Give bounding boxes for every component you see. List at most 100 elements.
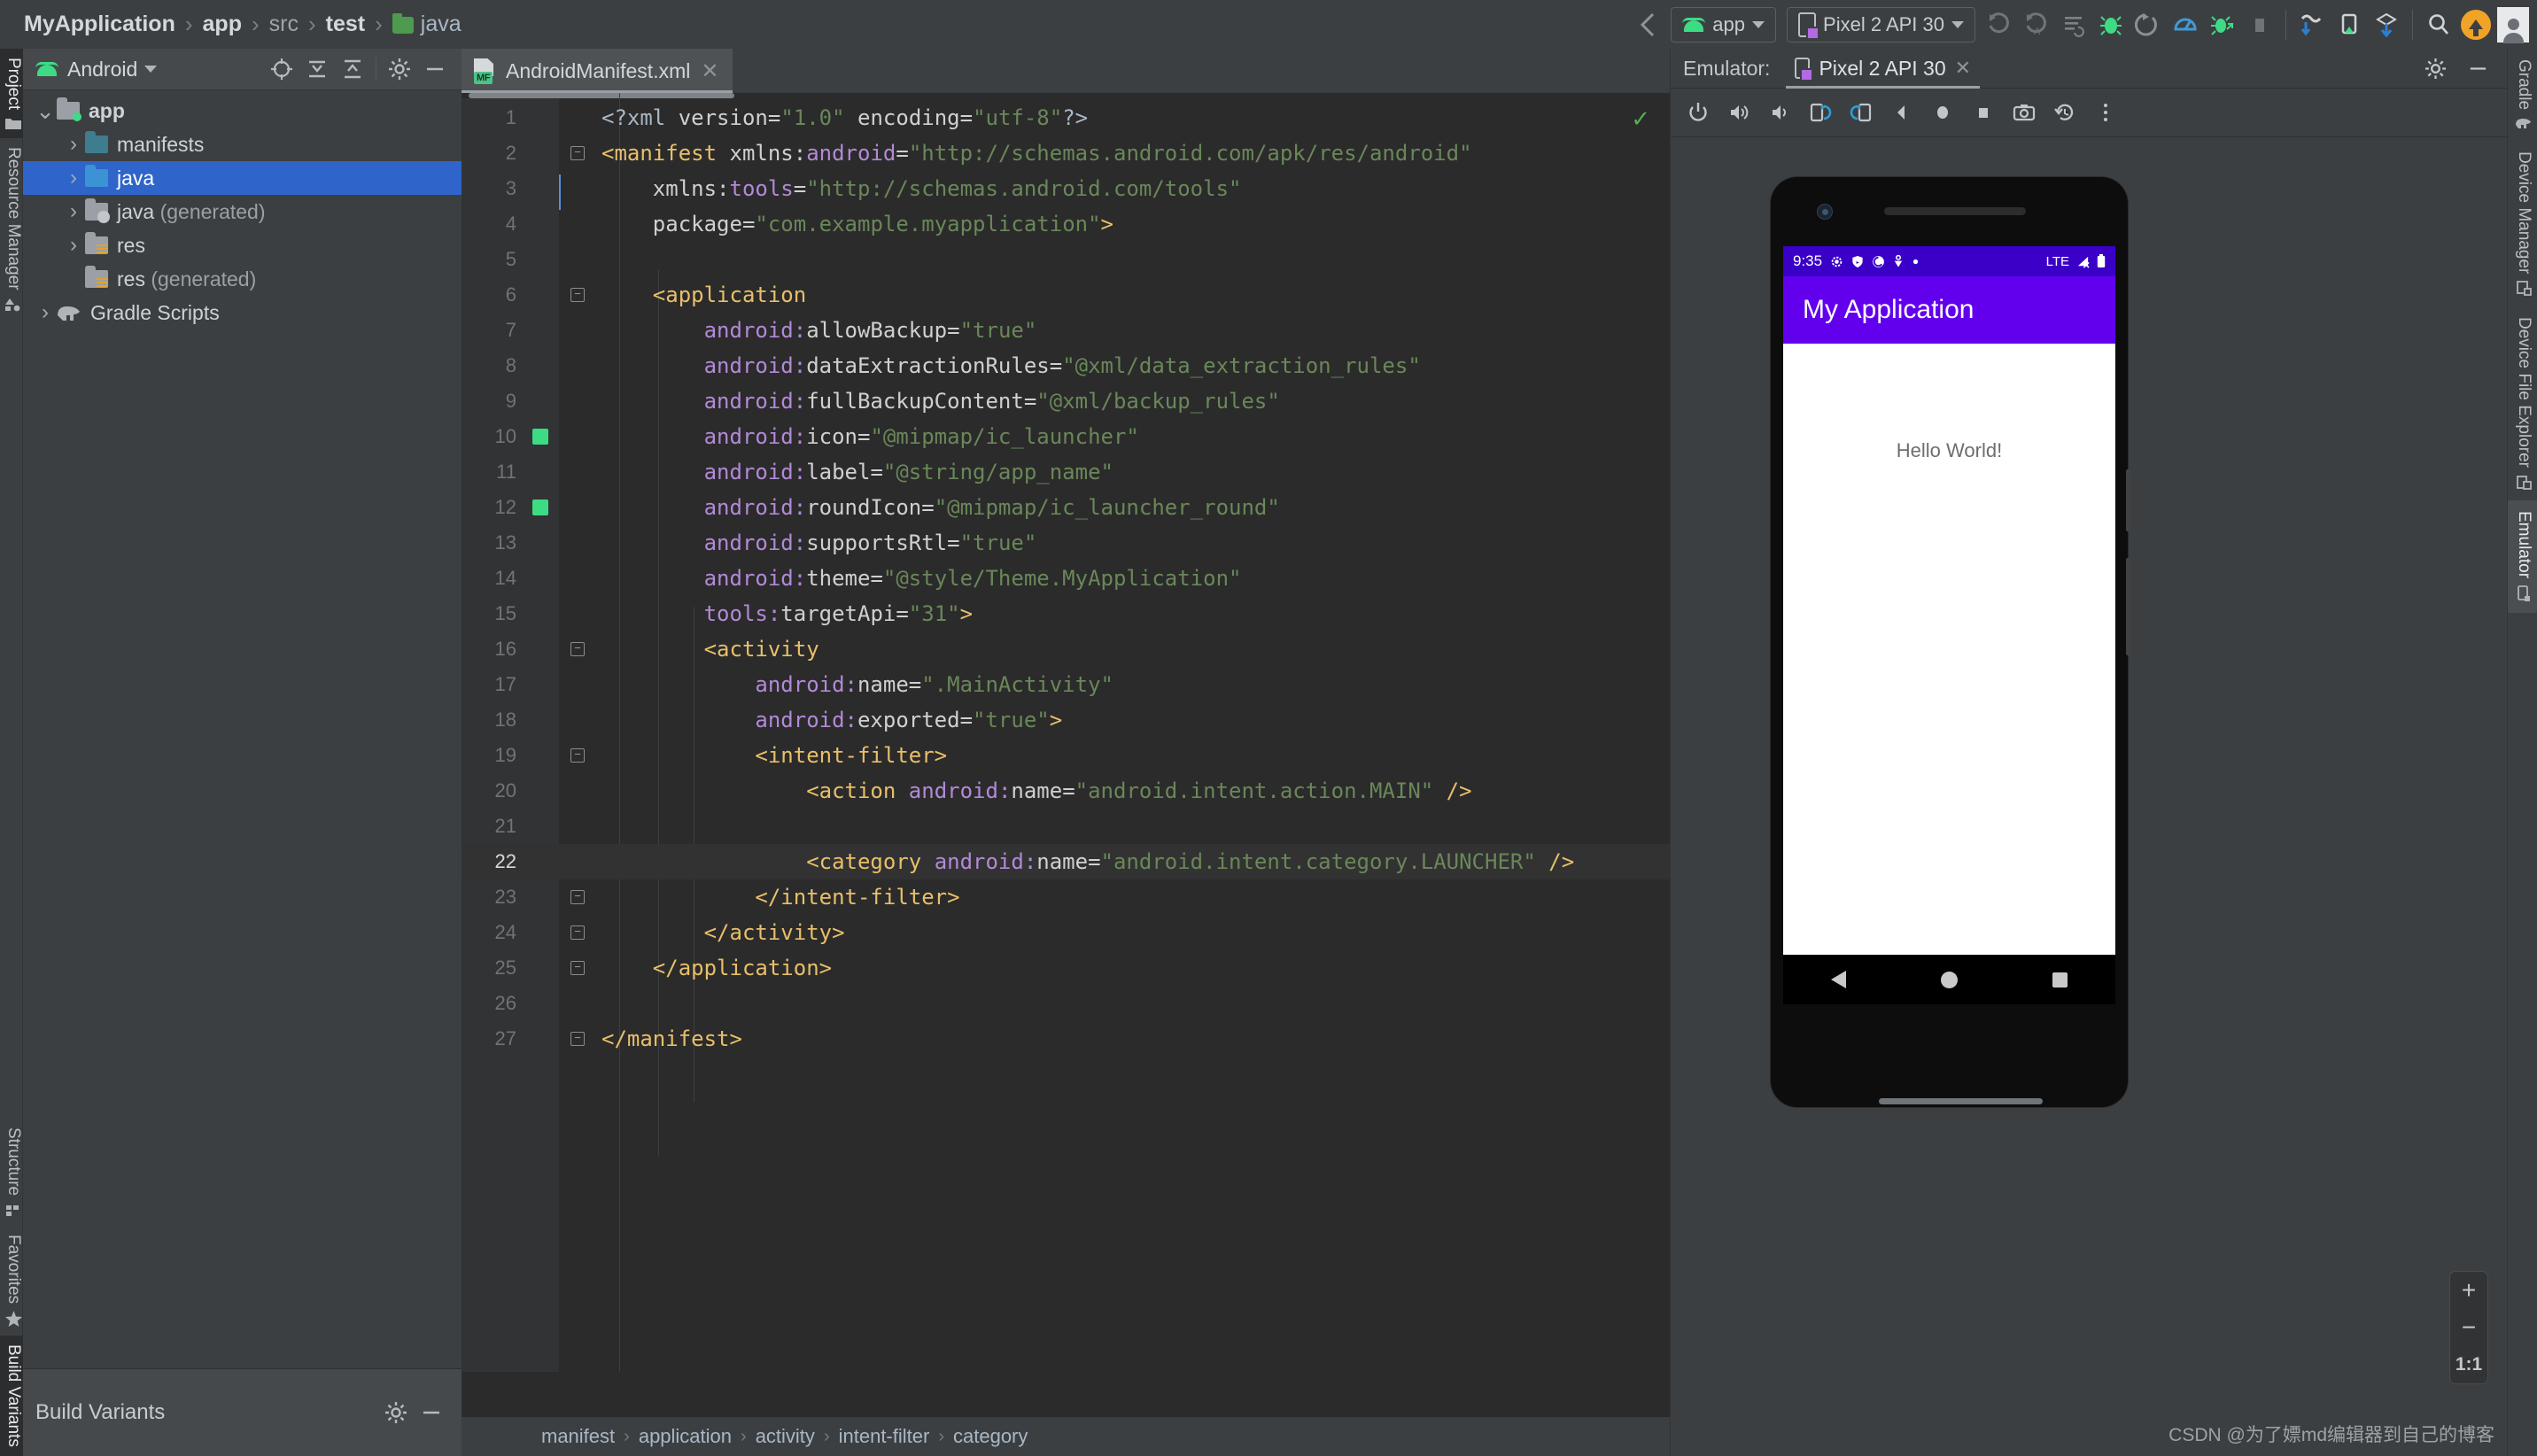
code-line[interactable]: 23 − </intent-filter>: [462, 879, 1670, 915]
device-screen[interactable]: 9:35 LTE My Application Hello World!: [1783, 246, 2115, 955]
code-line[interactable]: 4 package="com.example.myapplication">: [462, 206, 1670, 242]
fold-toggle[interactable]: −: [559, 146, 596, 160]
build-variants-settings-button[interactable]: [378, 1395, 414, 1430]
chevron-down-icon[interactable]: ⌄: [34, 99, 57, 122]
volume-up-icon[interactable]: [1720, 94, 1757, 131]
chevron-right-icon[interactable]: ›: [62, 199, 85, 224]
editor-crumb-category[interactable]: category: [944, 1425, 1036, 1448]
breadcrumb-item-src[interactable]: src: [261, 12, 306, 37]
fold-end-icon[interactable]: −: [570, 890, 585, 904]
android-back-button[interactable]: [1830, 971, 1846, 988]
breadcrumb-item-java[interactable]: java: [384, 12, 469, 37]
back-triangle-icon[interactable]: [1883, 94, 1920, 131]
device-selector[interactable]: Pixel 2 API 30: [1787, 6, 1975, 43]
attach-debugger-icon[interactable]: [2204, 6, 2241, 43]
tree-node-gradle-scripts[interactable]: › Gradle Scripts: [23, 296, 462, 329]
fold-toggle[interactable]: −: [559, 1032, 596, 1046]
android-recents-button[interactable]: [2052, 972, 2068, 987]
code-line[interactable]: 15 tools:targetApi="31">: [462, 596, 1670, 631]
fold-end-icon[interactable]: −: [570, 925, 585, 940]
code-line[interactable]: 11 android:label="@string/app_name": [462, 454, 1670, 490]
close-icon[interactable]: ✕: [701, 58, 718, 84]
fold-end-icon[interactable]: −: [570, 961, 585, 975]
emulator-hide-button[interactable]: [2459, 50, 2496, 87]
code-line[interactable]: 19 − <intent-filter>: [462, 738, 1670, 773]
code-line[interactable]: 20 <action android:name="android.intent.…: [462, 773, 1670, 809]
code-line[interactable]: 14 android:theme="@style/Theme.MyApplica…: [462, 561, 1670, 596]
tree-node-manifests[interactable]: › manifests: [23, 128, 462, 161]
build-variants-hide-button[interactable]: [414, 1395, 449, 1430]
volume-down-icon[interactable]: [1761, 94, 1798, 131]
code-line[interactable]: 13 android:supportsRtl="true": [462, 525, 1670, 561]
code-line[interactable]: 2− <manifest xmlns:android="http://schema…: [462, 136, 1670, 171]
tree-node-java[interactable]: › java: [23, 161, 462, 195]
rerun-button[interactable]: [2130, 6, 2167, 43]
tree-node-res-generated[interactable]: res (generated): [23, 262, 462, 296]
rail-item-gradle[interactable]: Gradle: [2508, 49, 2537, 141]
code-line[interactable]: 27 − </manifest>: [462, 1021, 1670, 1057]
sdk-manager-icon[interactable]: [2368, 6, 2405, 43]
code-line[interactable]: 22 <category android:name="android.inten…: [462, 844, 1670, 879]
search-icon[interactable]: [2420, 6, 2457, 43]
fold-toggle[interactable]: −: [559, 748, 596, 763]
fold-toggle[interactable]: −: [559, 890, 596, 904]
tree-node-app[interactable]: ⌄ app: [23, 94, 462, 128]
chevron-right-icon[interactable]: ›: [62, 132, 85, 157]
editor-crumb-activity[interactable]: activity: [747, 1425, 824, 1448]
debug-bug-icon[interactable]: [2092, 6, 2130, 43]
rail-item-device-manager[interactable]: Device Manager: [2508, 141, 2537, 306]
power-icon[interactable]: [1680, 94, 1717, 131]
chevron-right-icon[interactable]: ›: [62, 233, 85, 258]
fold-toggle[interactable]: −: [559, 925, 596, 940]
zoom-actual-button[interactable]: 1:1: [2449, 1346, 2488, 1383]
run-with-coverage-button[interactable]: A: [2018, 6, 2055, 43]
emulator-device-tab[interactable]: Pixel 2 API 30 ✕: [1786, 49, 1980, 89]
run-button[interactable]: [1981, 6, 2018, 43]
rail-item-device-file-explorer[interactable]: Device File Explorer: [2508, 306, 2537, 500]
android-home-button[interactable]: [1940, 971, 1958, 988]
camera-icon[interactable]: [2006, 94, 2043, 131]
code-line[interactable]: 24 − </activity>: [462, 915, 1670, 950]
profiler-icon[interactable]: [2167, 6, 2204, 43]
tree-node-res[interactable]: › res: [23, 228, 462, 262]
zoom-out-button[interactable]: −: [2449, 1309, 2488, 1346]
avd-manager-icon[interactable]: [2331, 6, 2368, 43]
fold-toggle[interactable]: −: [559, 961, 596, 975]
project-settings-button[interactable]: [382, 51, 417, 87]
code-line[interactable]: 8 android:dataExtractionRules="@xml/data…: [462, 348, 1670, 383]
fold-end-icon[interactable]: −: [570, 1032, 585, 1046]
stop-square-icon[interactable]: [2241, 6, 2278, 43]
code-line[interactable]: 5: [462, 242, 1670, 277]
expand-all-button[interactable]: [299, 51, 335, 87]
chevron-right-icon[interactable]: ›: [34, 300, 57, 325]
chevron-right-icon[interactable]: ›: [62, 166, 85, 190]
breadcrumb-item-test[interactable]: test: [318, 12, 373, 37]
emulator-settings-button[interactable]: [2417, 50, 2454, 87]
history-icon[interactable]: [2046, 94, 2083, 131]
fold-collapse-icon[interactable]: −: [570, 146, 585, 160]
code-line[interactable]: 17 android:name=".MainActivity": [462, 667, 1670, 702]
fold-collapse-icon[interactable]: −: [570, 642, 585, 656]
hide-panel-button[interactable]: [417, 51, 453, 87]
code-line[interactable]: 7 android:allowBackup="true": [462, 313, 1670, 348]
breadcrumb-item-app[interactable]: app: [195, 12, 250, 37]
close-icon[interactable]: ✕: [1955, 57, 1971, 80]
chevron-down-icon[interactable]: [144, 66, 158, 73]
tree-node-java-generated[interactable]: › java (generated): [23, 195, 462, 228]
fold-toggle[interactable]: −: [559, 642, 596, 656]
apply-changes-button[interactable]: [2055, 6, 2092, 43]
more-vertical-icon[interactable]: [2087, 94, 2124, 131]
fold-collapse-icon[interactable]: −: [570, 748, 585, 763]
code-line[interactable]: 3 xmlns:tools="http://schemas.android.co…: [462, 171, 1670, 206]
rotate-right-icon[interactable]: [1843, 94, 1880, 131]
code-line[interactable]: 25 − </application>: [462, 950, 1670, 986]
sync-gradle-icon[interactable]: [2293, 6, 2331, 43]
code-line[interactable]: 10 android:icon="@mipmap/ic_launcher": [462, 419, 1670, 454]
code-line[interactable]: 1 <?xml version="1.0" encoding="utf-8"?>: [462, 100, 1670, 136]
gutter-marker[interactable]: [522, 429, 559, 445]
fold-toggle[interactable]: −: [559, 288, 596, 302]
back-arrow-icon[interactable]: [1628, 6, 1665, 43]
code-line[interactable]: 18 android:exported="true">: [462, 702, 1670, 738]
code-line[interactable]: 21: [462, 809, 1670, 844]
overview-square-icon[interactable]: [1965, 94, 2002, 131]
